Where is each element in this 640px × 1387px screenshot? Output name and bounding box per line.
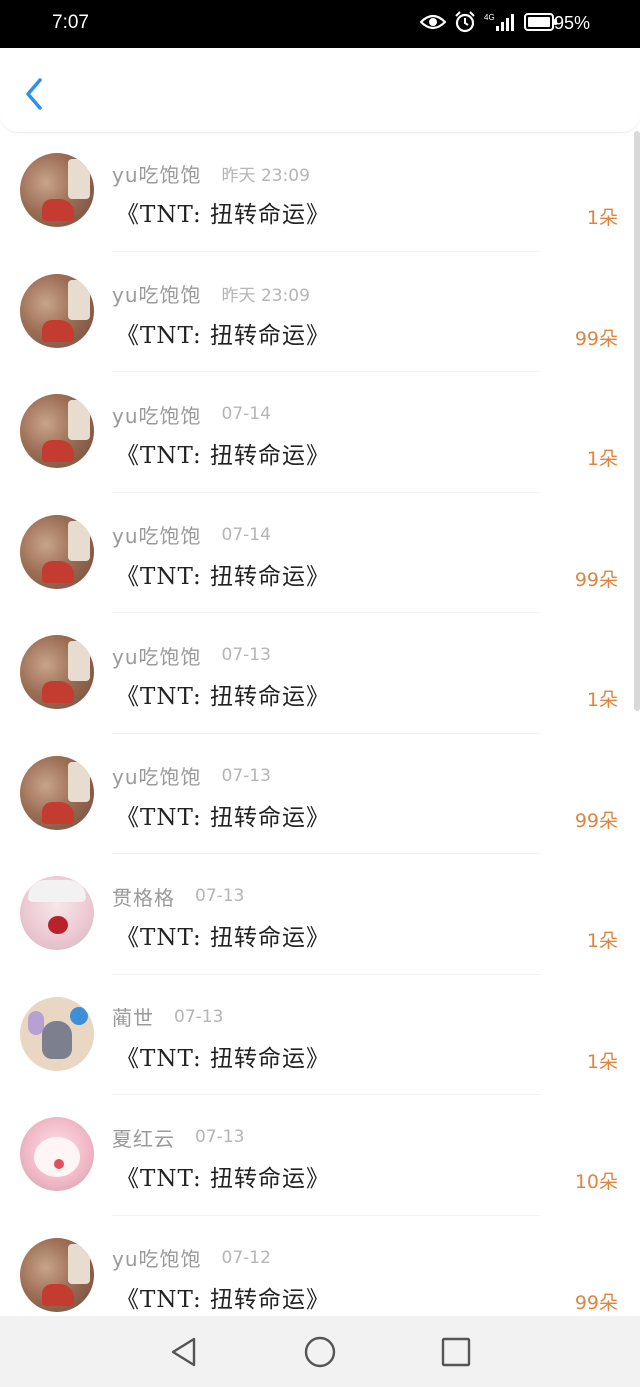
flower-count: 99朵 [574, 1291, 618, 1314]
book-title: 《TNT: 扭转命运》 [116, 443, 331, 469]
alarm-icon [455, 11, 475, 33]
user-name[interactable]: yu吃饱饱 [112, 1243, 202, 1272]
book-title: 《TNT: 扭转命运》 [116, 1286, 331, 1313]
back-triangle-icon [171, 1337, 196, 1367]
flower-count: 1朵 [586, 930, 618, 952]
status-bar: 7:07 4G 95% [0, 0, 640, 48]
nav-home-button[interactable] [302, 1334, 338, 1370]
flower-count: 99朵 [574, 568, 618, 591]
avatar[interactable] [20, 876, 94, 950]
svg-text:4G: 4G [484, 13, 495, 22]
avatar[interactable] [20, 514, 94, 589]
flower-count: 1朵 [586, 207, 618, 229]
avatar[interactable] [20, 635, 94, 709]
battery-icon [524, 13, 557, 31]
avatar[interactable] [20, 273, 94, 348]
user-name[interactable]: 蔺世 [112, 1002, 154, 1031]
user-name[interactable]: yu吃饱饱 [112, 159, 202, 188]
timestamp: 07-13 [195, 886, 245, 906]
book-title: 《TNT: 扭转命运》 [116, 563, 331, 590]
timestamp: 昨天 23:09 [221, 286, 310, 306]
user-name[interactable]: yu吃饱饱 [112, 520, 202, 549]
list-item[interactable]: yu吃饱饱 昨天 23:09 《TNT: 扭转命运》 99朵 [0, 252, 640, 372]
list-item[interactable]: yu吃饱饱 昨天 23:09 《TNT: 扭转命运》 1朵 [0, 131, 640, 252]
avatar[interactable] [20, 394, 94, 468]
list-item[interactable]: 贯格格 07-13 《TNT: 扭转命运》 1朵 [0, 854, 640, 975]
flower-count: 1朵 [586, 689, 618, 711]
scrollbar[interactable] [634, 131, 640, 711]
list-item[interactable]: yu吃饱饱 07-13 《TNT: 扭转命运》 99朵 [0, 734, 640, 854]
eye-icon [420, 14, 446, 30]
avatar[interactable] [20, 755, 94, 830]
book-title: 《TNT: 扭转命运》 [116, 684, 331, 710]
flower-count: 10朵 [574, 1171, 618, 1193]
avatar[interactable] [20, 1117, 94, 1191]
book-title: 《TNT: 扭转命运》 [116, 202, 331, 228]
chevron-left-icon [26, 78, 42, 110]
user-name[interactable]: yu吃饱饱 [112, 761, 202, 790]
timestamp: 07-13 [174, 1006, 224, 1027]
list-item[interactable]: yu吃饱饱 07-12 《TNT: 扭转命运》 99朵 [0, 1216, 640, 1317]
user-name[interactable]: 贯格格 [112, 882, 175, 911]
timestamp: 07-13 [221, 645, 271, 665]
user-name[interactable]: yu吃饱饱 [112, 641, 202, 670]
flower-count: 1朵 [586, 1050, 618, 1073]
timestamp: 07-13 [221, 765, 271, 786]
gift-record-list: yu吃饱饱 昨天 23:09 《TNT: 扭转命运》 1朵 yu吃饱饱 昨天 2… [0, 131, 640, 1316]
user-name[interactable]: yu吃饱饱 [112, 400, 202, 429]
top-app-bar [0, 48, 640, 133]
avatar[interactable] [20, 996, 94, 1071]
user-name[interactable]: yu吃饱饱 [112, 279, 202, 308]
user-name[interactable]: 夏红云 [112, 1123, 175, 1152]
flower-count: 99朵 [574, 809, 618, 832]
timestamp: 昨天 23:09 [221, 165, 310, 186]
timestamp: 07-12 [221, 1247, 271, 1268]
list-item[interactable]: yu吃饱饱 07-14 《TNT: 扭转命运》 99朵 [0, 493, 640, 613]
status-icons: 4G [420, 11, 558, 33]
list-item[interactable]: yu吃饱饱 07-13 《TNT: 扭转命运》 1朵 [0, 613, 640, 734]
avatar[interactable] [20, 1237, 94, 1312]
back-button[interactable] [20, 76, 50, 112]
list-item[interactable]: yu吃饱饱 07-14 《TNT: 扭转命运》 1朵 [0, 372, 640, 493]
nav-recents-button[interactable] [438, 1334, 474, 1370]
timestamp: 07-14 [221, 524, 271, 545]
flower-count: 1朵 [586, 448, 618, 470]
signal-icon: 4G [484, 13, 514, 31]
nav-back-button[interactable] [166, 1334, 202, 1370]
timestamp: 07-14 [221, 404, 271, 424]
book-title: 《TNT: 扭转命运》 [116, 322, 331, 349]
list-item[interactable]: 夏红云 07-13 《TNT: 扭转命运》 10朵 [0, 1095, 640, 1216]
status-time: 7:07 [52, 12, 89, 33]
avatar[interactable] [20, 153, 94, 227]
book-title: 《TNT: 扭转命运》 [116, 804, 331, 831]
book-title: 《TNT: 扭转命运》 [116, 925, 331, 951]
timestamp: 07-13 [195, 1127, 245, 1147]
list-item[interactable]: 蔺世 07-13 《TNT: 扭转命运》 1朵 [0, 975, 640, 1095]
home-circle-icon [304, 1336, 336, 1368]
battery-percent: 95% [553, 13, 590, 33]
flower-count: 99朵 [574, 327, 618, 350]
system-nav-bar [0, 1316, 640, 1387]
book-title: 《TNT: 扭转命运》 [116, 1166, 331, 1192]
book-title: 《TNT: 扭转命运》 [116, 1045, 331, 1072]
recents-square-icon [441, 1337, 471, 1367]
